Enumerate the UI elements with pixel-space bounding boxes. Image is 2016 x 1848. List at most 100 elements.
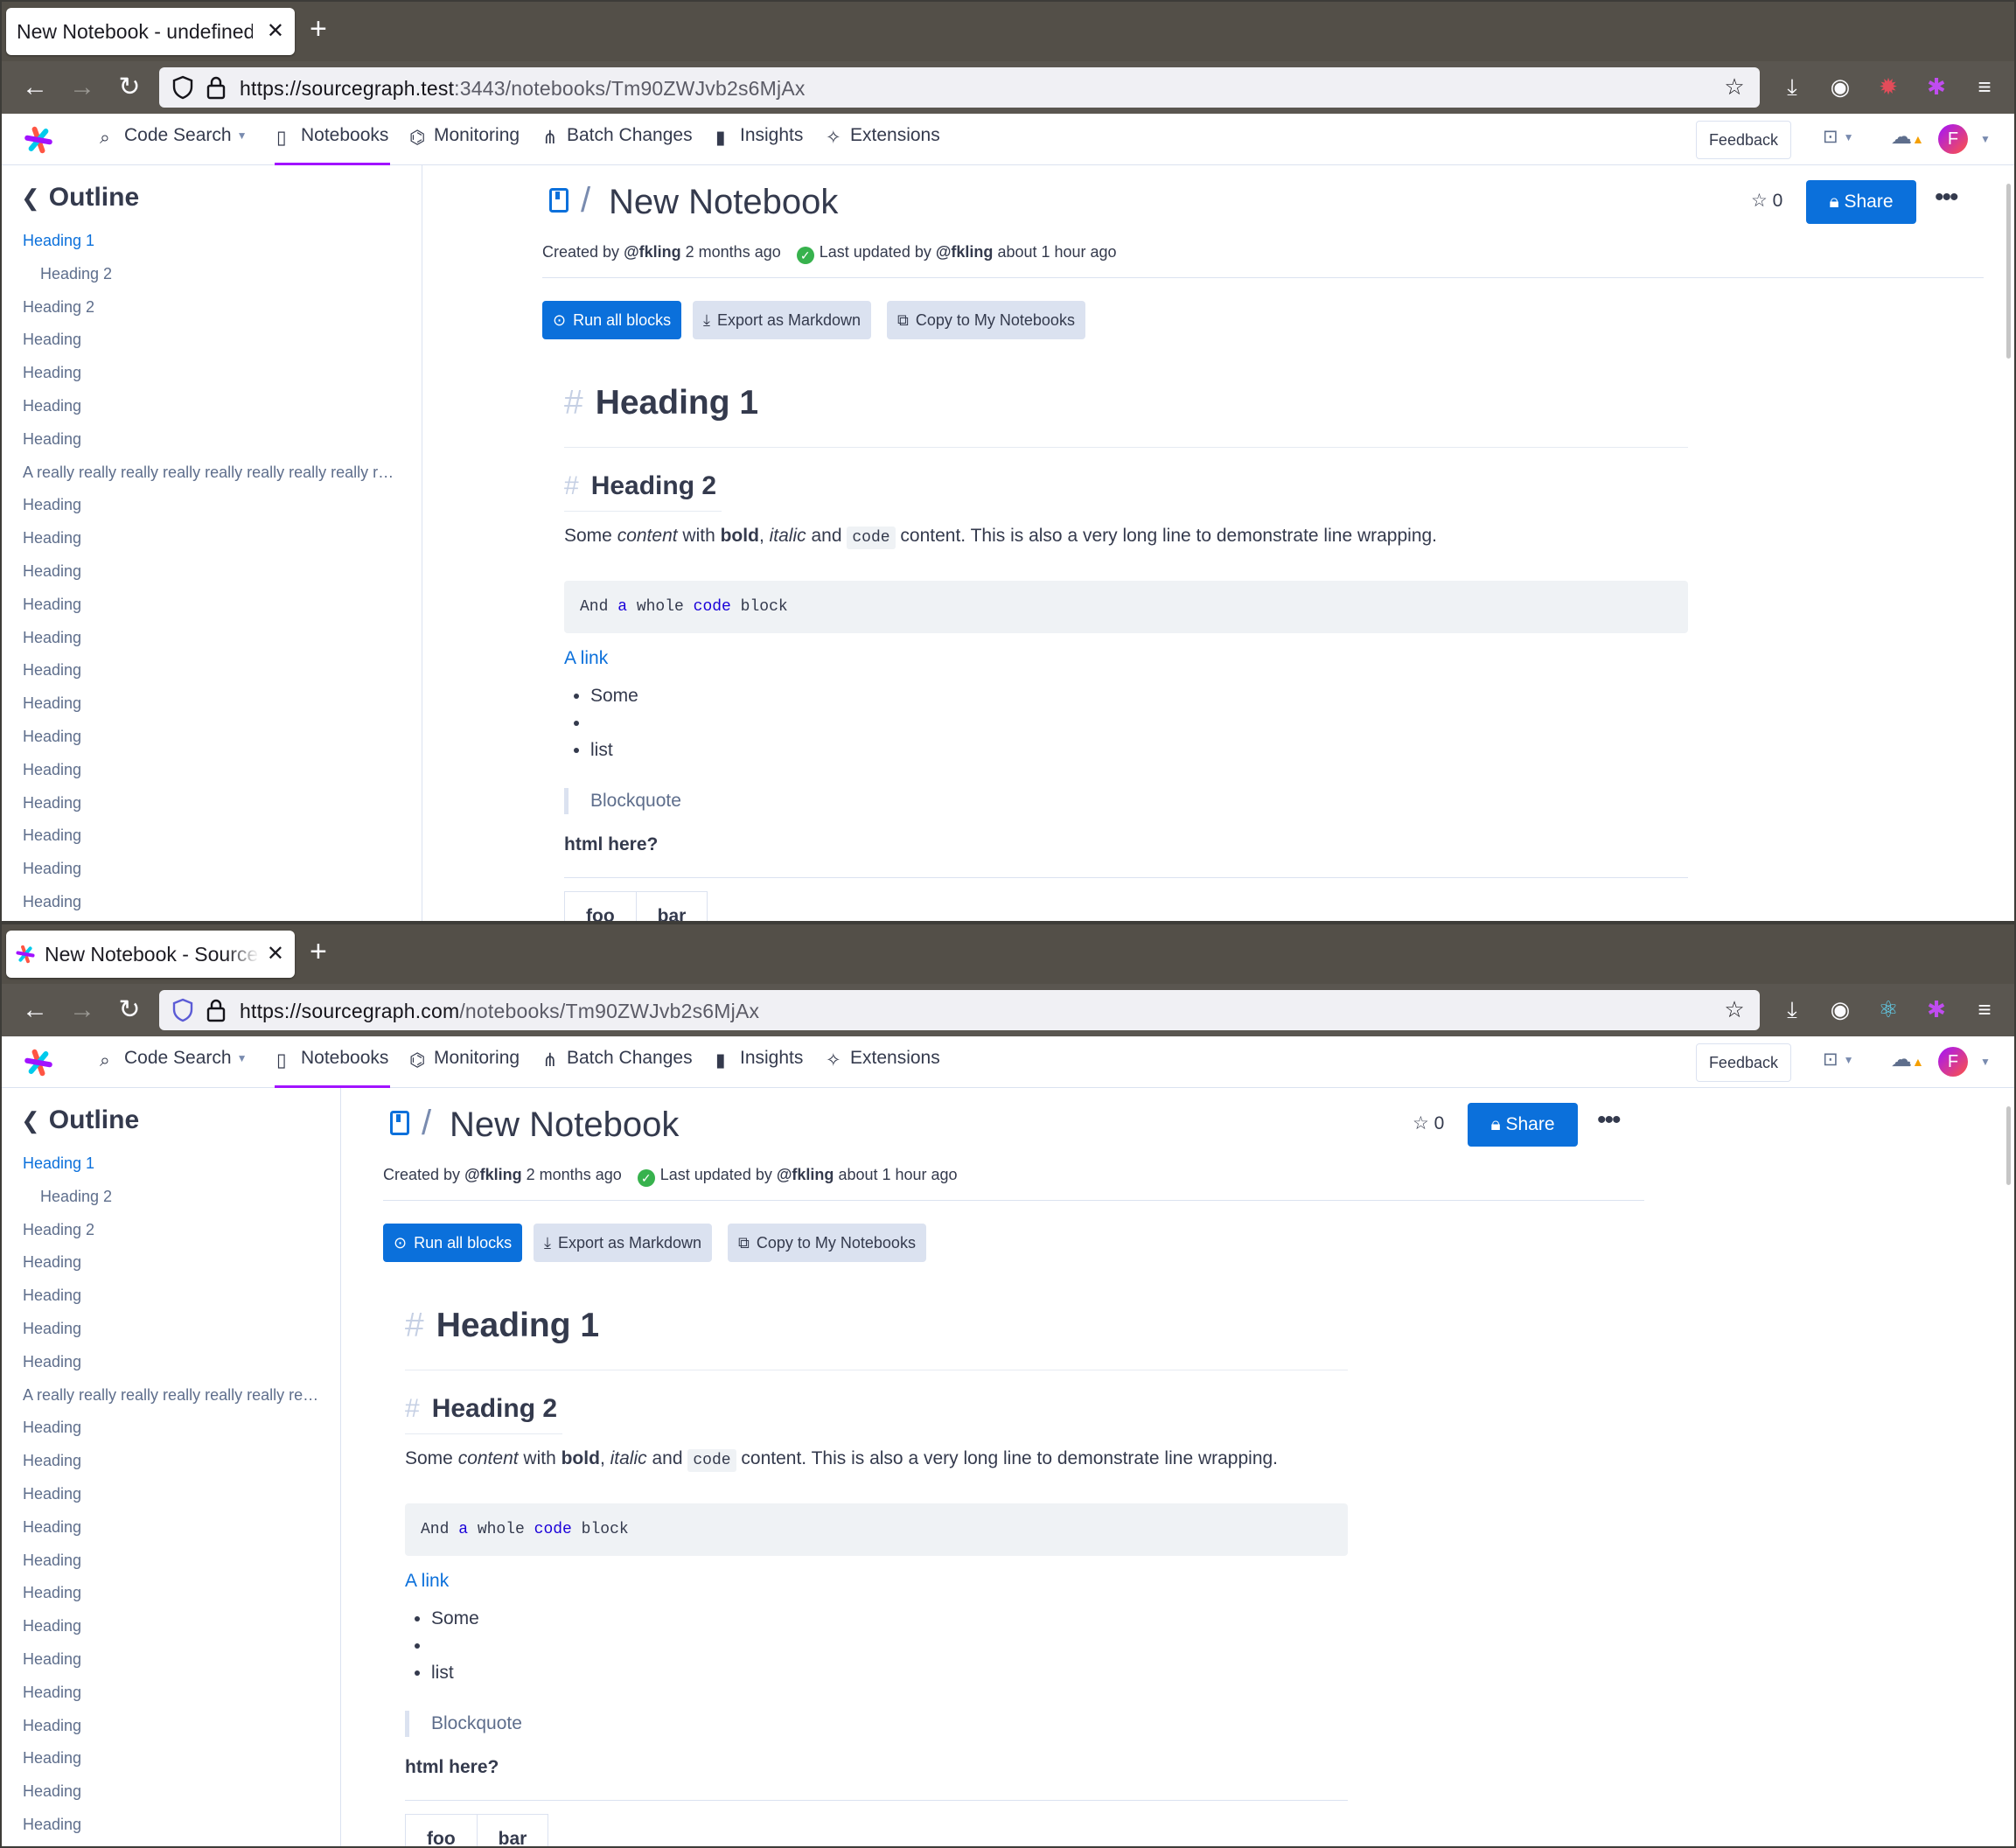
outline-item[interactable]: Heading — [23, 1684, 319, 1717]
chevron-down-icon[interactable]: ▼ — [1980, 133, 1991, 145]
updater-link[interactable]: @fkling — [936, 243, 994, 261]
lock-icon[interactable] — [206, 75, 226, 100]
reload-icon[interactable]: ↻ — [112, 70, 147, 105]
reload-icon[interactable]: ↻ — [112, 993, 147, 1028]
sourcegraph-extension-icon[interactable]: ✱ — [1922, 72, 1951, 101]
outline-item[interactable]: Heading 2 — [23, 265, 401, 298]
scrollbar[interactable] — [2006, 184, 2011, 359]
extension-icon[interactable]: ◉ — [1825, 72, 1855, 101]
outline-item[interactable]: Heading — [23, 1518, 319, 1552]
menu-icon[interactable]: ≡ — [1970, 72, 1999, 101]
outline-item[interactable]: Heading — [23, 1717, 319, 1750]
extension-icon[interactable]: ◉ — [1825, 994, 1855, 1024]
back-icon[interactable]: ← — [17, 993, 52, 1028]
sourcegraph-extension-icon[interactable]: ✱ — [1922, 994, 1951, 1024]
downloads-icon[interactable]: ⤓ — [1777, 72, 1807, 101]
nav-code-search[interactable]: ⌕ Code Search ▼ — [100, 125, 247, 157]
markdown-link[interactable]: A link — [564, 648, 608, 669]
outline-item[interactable]: Heading — [23, 761, 401, 794]
react-devtools-icon[interactable]: ⚛ — [1873, 994, 1903, 1024]
outline-item[interactable]: Heading — [23, 1353, 319, 1386]
nav-insights[interactable]: ▮ Insights — [715, 125, 803, 157]
chevron-left-icon[interactable]: ❮ — [21, 1107, 40, 1133]
new-tab-icon[interactable]: + — [310, 12, 327, 46]
updater-link[interactable]: @fkling — [777, 1166, 834, 1183]
nav-notebooks[interactable]: ▯ Notebooks — [274, 125, 391, 165]
outline-item[interactable]: Heading — [23, 1419, 319, 1452]
outline-item[interactable]: Heading — [23, 397, 401, 430]
back-icon[interactable]: ← — [17, 70, 52, 105]
outline-item[interactable]: Heading 1 — [23, 1154, 319, 1188]
downloads-icon[interactable]: ⤓ — [1777, 994, 1807, 1024]
extension-bug-icon[interactable]: ✹ — [1873, 72, 1903, 101]
outline-item[interactable]: Heading 2 — [23, 1188, 319, 1221]
outline-item[interactable]: Heading — [23, 893, 401, 921]
outline-item[interactable]: Heading — [23, 694, 401, 728]
chevron-left-icon[interactable]: ❮ — [21, 185, 40, 211]
sourcegraph-logo-icon[interactable] — [23, 1047, 54, 1078]
outline-item[interactable]: Heading — [23, 1552, 319, 1585]
outline-item[interactable]: Heading 2 — [23, 1221, 319, 1254]
star-button[interactable]: ☆ 0 — [1751, 190, 1782, 212]
new-tab-icon[interactable]: + — [310, 935, 327, 969]
outline-item[interactable]: Heading — [23, 1253, 319, 1287]
outline-item[interactable]: Heading — [23, 1287, 319, 1320]
bookmark-star-icon[interactable]: ☆ — [1720, 994, 1749, 1024]
copy-notebook-button[interactable]: ⧉ Copy to My Notebooks — [728, 1224, 926, 1262]
nav-monitoring[interactable]: ⌬ Monitoring — [409, 125, 520, 157]
copy-notebook-button[interactable]: ⧉ Copy to My Notebooks — [887, 301, 1085, 339]
avatar[interactable]: F — [1938, 124, 1968, 154]
outline-item[interactable]: A really really really really really rea… — [23, 1386, 319, 1419]
outline-item[interactable]: Heading — [23, 826, 401, 860]
close-tab-icon[interactable]: ✕ — [267, 18, 284, 44]
more-options-icon[interactable]: ••• — [1597, 1105, 1621, 1135]
forward-icon[interactable]: → — [65, 993, 100, 1028]
terminal-icon[interactable]: ⊡ ▼ — [1823, 126, 1854, 157]
outline-item[interactable]: Heading — [23, 860, 401, 893]
outline-item[interactable]: Heading — [23, 661, 401, 694]
nav-code-search[interactable]: ⌕ Code Search ▼ — [100, 1048, 247, 1079]
cloud-status-icon[interactable]: ☁▲ — [1891, 1047, 1924, 1078]
outline-item[interactable]: Heading — [23, 1650, 319, 1684]
browser-tab[interactable]: New Notebook - Sourcegraph ✕ — [6, 931, 295, 978]
outline-item[interactable]: Heading — [23, 364, 401, 397]
tracking-shield-icon[interactable] — [171, 75, 194, 100]
feedback-button[interactable]: Feedback — [1695, 121, 1791, 159]
cloud-status-icon[interactable]: ☁▲ — [1891, 124, 1924, 156]
share-button[interactable]: 🔒︎ Share — [1468, 1103, 1578, 1147]
share-button[interactable]: 🔒︎ Share — [1806, 180, 1916, 224]
more-options-icon[interactable]: ••• — [1935, 183, 1958, 213]
star-button[interactable]: ☆ 0 — [1413, 1112, 1444, 1134]
run-all-blocks-button[interactable]: ⊙ Run all blocks — [542, 301, 682, 339]
outline-item[interactable]: Heading — [23, 331, 401, 364]
outline-item[interactable]: Heading — [23, 794, 401, 827]
menu-icon[interactable]: ≡ — [1970, 994, 1999, 1024]
nav-insights[interactable]: ▮ Insights — [715, 1048, 803, 1079]
outline-item[interactable]: Heading — [23, 1749, 319, 1782]
outline-item[interactable]: A really really really really really rea… — [23, 464, 401, 497]
export-markdown-button[interactable]: ⤓ Export as Markdown — [534, 1224, 713, 1262]
outline-item[interactable]: Heading — [23, 562, 401, 596]
nav-batch-changes[interactable]: ⋔ Batch Changes — [542, 1048, 693, 1079]
export-markdown-button[interactable]: ⤓ Export as Markdown — [693, 301, 872, 339]
tracking-shield-icon[interactable] — [171, 998, 194, 1022]
outline-item[interactable]: Heading 2 — [23, 298, 401, 331]
nav-extensions[interactable]: ✧ Extensions — [826, 125, 940, 157]
nav-extensions[interactable]: ✧ Extensions — [826, 1048, 940, 1079]
outline-item[interactable]: Heading — [23, 629, 401, 662]
sourcegraph-logo-icon[interactable] — [23, 124, 54, 156]
author-link[interactable]: @fkling — [464, 1166, 522, 1183]
outline-item[interactable]: Heading — [23, 1320, 319, 1353]
avatar[interactable]: F — [1938, 1047, 1968, 1077]
markdown-link[interactable]: A link — [405, 1571, 449, 1592]
outline-item[interactable]: Heading — [23, 1452, 319, 1485]
forward-icon[interactable]: → — [65, 70, 100, 105]
outline-item[interactable]: Heading — [23, 1816, 319, 1846]
outline-item[interactable]: Heading — [23, 430, 401, 464]
bookmark-star-icon[interactable]: ☆ — [1720, 72, 1749, 101]
chevron-down-icon[interactable]: ▼ — [1980, 1056, 1991, 1068]
nav-monitoring[interactable]: ⌬ Monitoring — [409, 1048, 520, 1079]
nav-notebooks[interactable]: ▯ Notebooks — [274, 1048, 391, 1088]
feedback-button[interactable]: Feedback — [1695, 1043, 1791, 1082]
outline-item[interactable]: Heading — [23, 728, 401, 761]
